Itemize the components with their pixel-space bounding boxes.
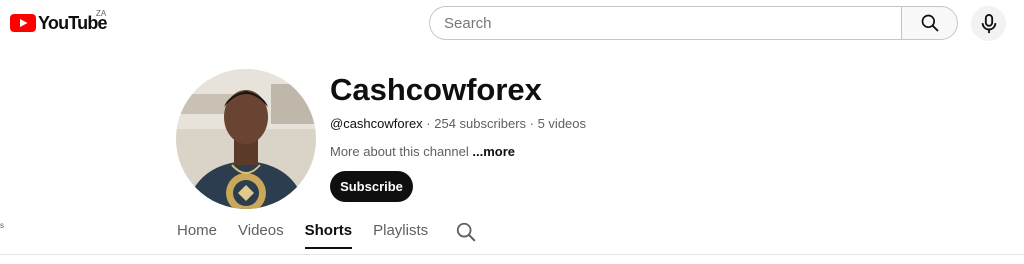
channel-tabs: Home Videos Shorts Playlists: [177, 222, 477, 256]
voice-search-button[interactable]: [971, 6, 1006, 41]
microphone-icon: [981, 13, 996, 33]
channel-about[interactable]: More about this channel ...more: [330, 144, 515, 159]
channel-avatar[interactable]: [176, 69, 316, 209]
youtube-logo-icon: [10, 14, 36, 32]
channel-name: Cashcowforex: [330, 72, 542, 107]
tab-shorts[interactable]: Shorts: [304, 222, 353, 249]
search-button[interactable]: [901, 6, 958, 40]
meta-separator: ·: [422, 116, 435, 131]
video-count: 5 videos: [537, 116, 587, 131]
region-code: ZA: [96, 9, 107, 18]
meta-separator: ·: [526, 116, 538, 131]
subscribe-button[interactable]: Subscribe: [330, 171, 413, 202]
channel-handle: @cashcowforex: [330, 116, 423, 131]
edge-text: s: [0, 221, 4, 230]
tab-search-icon[interactable]: [455, 221, 477, 243]
search-input[interactable]: [429, 6, 901, 40]
subscriber-count: 254 subscribers: [434, 116, 527, 131]
youtube-logo[interactable]: YouTube: [10, 12, 108, 34]
search-bar: [429, 6, 958, 40]
tab-playlists[interactable]: Playlists: [373, 222, 428, 247]
more-link[interactable]: ...more: [472, 144, 515, 159]
avatar-image: [176, 69, 316, 209]
tab-videos[interactable]: Videos: [238, 222, 284, 247]
search-icon: [921, 14, 938, 32]
tabs-divider: [0, 254, 1024, 255]
channel-meta: @cashcowforex · 254 subscribers · 5 vide…: [330, 116, 586, 131]
tab-home[interactable]: Home: [177, 222, 217, 247]
about-text: More about this channel: [330, 144, 469, 159]
